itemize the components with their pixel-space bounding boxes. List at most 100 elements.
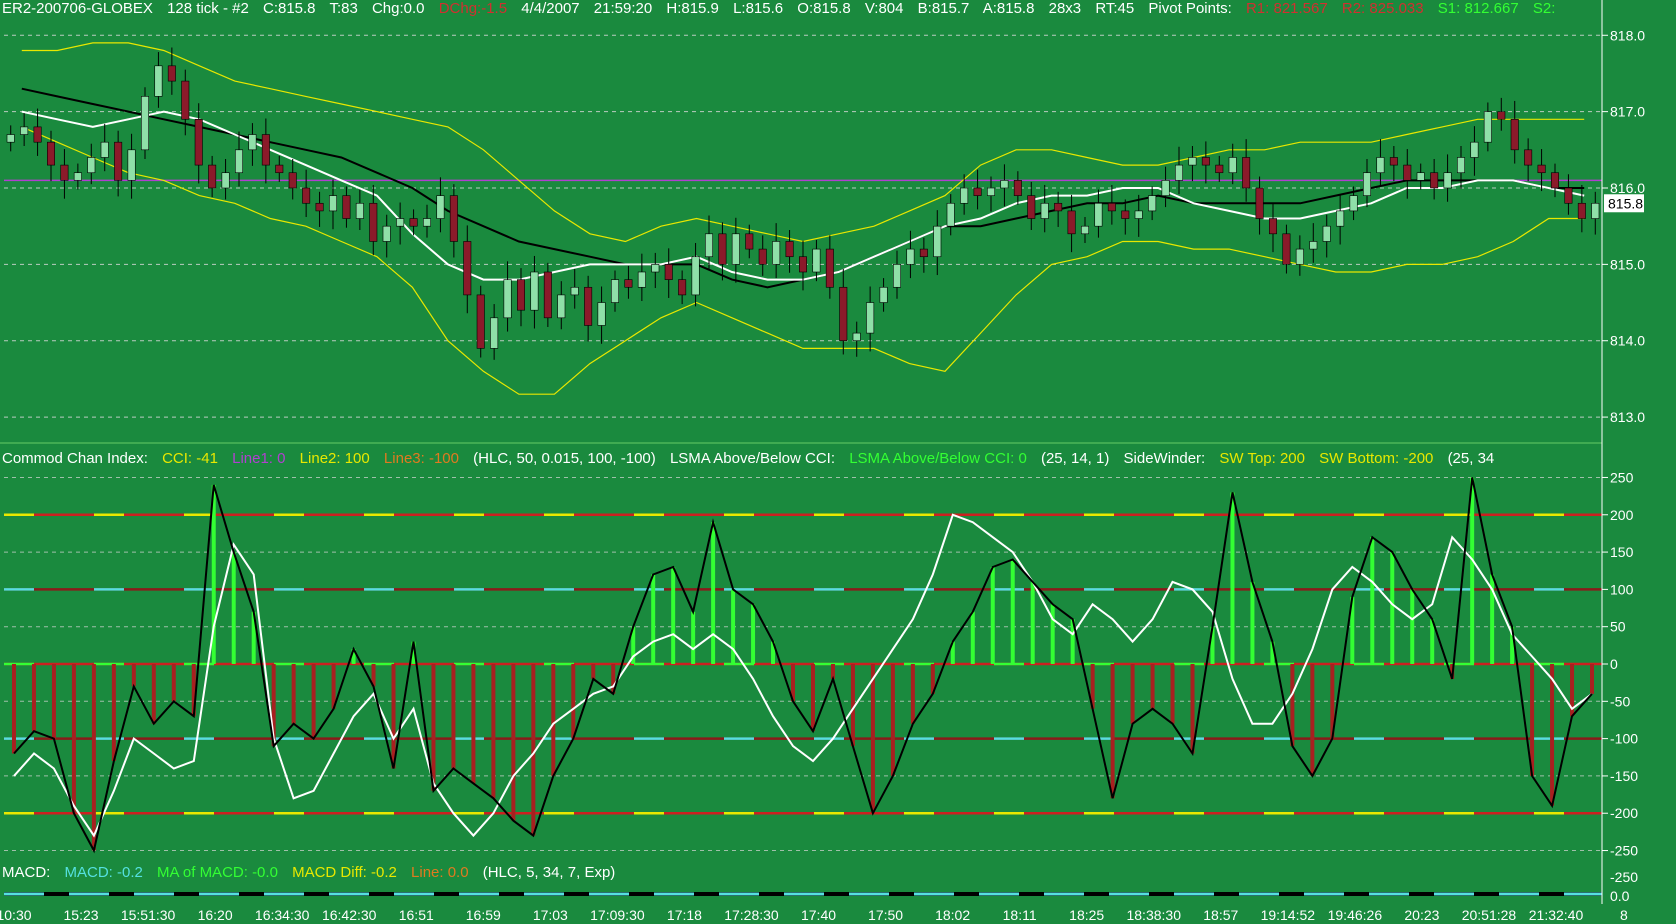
close-value: C:815.8	[262, 0, 316, 17]
candle-body	[302, 187, 311, 204]
macd-axis-label: 0.0	[1610, 888, 1630, 904]
candle-body	[248, 134, 257, 151]
price-axis-label: 818.0	[1610, 27, 1645, 43]
cci-axis-label: -50	[1610, 693, 1630, 709]
time-axis-label: 18:02	[935, 907, 970, 923]
symbol-label: ER2-200706-GLOBEX	[2, 0, 153, 17]
high-value: H:815.9	[666, 0, 719, 17]
time-axis-label: 20:23	[1404, 907, 1439, 923]
s2-value: S2:	[1532, 0, 1556, 17]
candle-body	[852, 332, 861, 342]
candle-body	[1161, 180, 1170, 196]
time-axis-label: 16:20	[198, 907, 233, 923]
time-axis-label: 20:51:28	[1462, 907, 1517, 923]
candle-body	[476, 294, 485, 349]
time-axis-label: 8	[1620, 907, 1628, 923]
candle-body	[785, 241, 794, 258]
candle-body	[114, 141, 123, 181]
candle-body	[1309, 241, 1318, 250]
sw-title: SideWinder:	[1123, 450, 1206, 467]
candle-body	[342, 195, 351, 219]
candle-body	[47, 141, 55, 166]
candle-body	[933, 225, 942, 258]
candle-body	[261, 134, 270, 166]
candle-body	[449, 195, 458, 242]
ticks-value: T:83	[329, 0, 358, 17]
candle-body	[1336, 210, 1345, 227]
candle-body	[584, 286, 593, 326]
cci-axis-label: -150	[1610, 768, 1638, 784]
candle-body	[624, 279, 633, 288]
candle-body	[678, 279, 687, 296]
candle-body	[1295, 248, 1304, 265]
ask-value: A:815.8	[982, 0, 1035, 17]
candle-body	[87, 157, 96, 174]
candle-body	[154, 65, 163, 97]
cci-value: CCI: -41	[162, 450, 218, 467]
sw-params: (25, 34	[1447, 450, 1495, 467]
candle-body	[731, 233, 740, 265]
candle-body	[127, 149, 136, 181]
candle-body	[194, 118, 203, 166]
time-axis-label: 10:30	[0, 907, 32, 923]
candle-body	[1430, 172, 1439, 189]
candle-body	[866, 302, 875, 334]
candle-body	[1188, 157, 1197, 166]
macd-line: Line: 0.0	[411, 864, 469, 881]
candle-body	[1040, 202, 1049, 219]
sw-bottom: SW Bottom: -200	[1319, 450, 1434, 467]
candle-body	[1537, 164, 1546, 174]
candle-body	[839, 286, 848, 342]
line2-value: Line2: 100	[299, 450, 370, 467]
sw-top: SW Top: 200	[1219, 450, 1305, 467]
price-axis-label: 817.0	[1610, 104, 1645, 120]
macd-diff: MACD Diff: -0.2	[292, 864, 397, 881]
candle-body	[1349, 195, 1358, 212]
price-header: ER2-200706-GLOBEX 128 tick - #2 C:815.8 …	[2, 0, 1565, 17]
candle-body	[1215, 164, 1224, 174]
candle-body	[664, 264, 673, 280]
candle-body	[181, 80, 190, 120]
candle-body	[1363, 172, 1371, 196]
time-axis-label: 17:03	[533, 907, 568, 923]
candle-body	[772, 241, 781, 265]
candle-body	[1282, 233, 1291, 265]
candle-body	[1269, 218, 1277, 235]
candle-body	[235, 149, 243, 174]
cci-axis-label: 50	[1610, 619, 1626, 635]
line1-value: Line1: 0	[232, 450, 286, 467]
bid-value: B:815.7	[917, 0, 970, 17]
trading-chart[interactable]: 813.0 814.0 815.0 816.0 817.0 818.0 815.8 250 20…	[0, 0, 1676, 924]
candle-body	[1470, 141, 1479, 158]
macd-header: MACD: MACD: -0.2 MA of MACD: -0.0 MACD D…	[2, 864, 625, 881]
candle-body	[973, 187, 982, 196]
candle-body	[1054, 202, 1063, 212]
period-label: 128 tick - #2	[167, 0, 249, 17]
macd-axis-label: -250	[1610, 869, 1638, 885]
time-axis-label: 17:09:30	[590, 907, 645, 923]
dchg-value: DChg:-1.5	[438, 0, 508, 17]
candle-body	[1524, 149, 1533, 166]
candle-body	[1242, 157, 1251, 189]
chg-value: Chg:0.0	[371, 0, 425, 17]
candle-body	[906, 248, 915, 265]
candle-body	[919, 248, 928, 258]
volume-value: V:804	[864, 0, 904, 17]
candle-body	[570, 286, 579, 296]
candle-body	[33, 126, 42, 143]
cci-axis-label: 150	[1610, 544, 1634, 560]
time-axis-label: 16:42:30	[322, 907, 377, 923]
candle-body	[100, 141, 109, 158]
candle-body	[355, 202, 364, 219]
lsma-params: (25, 14, 1)	[1040, 450, 1110, 467]
size-value: 28x3	[1048, 0, 1082, 17]
candle-body	[60, 164, 69, 181]
price-axis-label: 813.0	[1610, 409, 1645, 425]
candle-body	[611, 279, 619, 303]
candle-body	[315, 202, 324, 212]
time-axis-label: 16:59	[466, 907, 501, 923]
candle-body	[221, 172, 230, 189]
candle-body	[288, 172, 297, 189]
candle-body	[718, 233, 727, 265]
low-value: L:815.6	[733, 0, 784, 17]
